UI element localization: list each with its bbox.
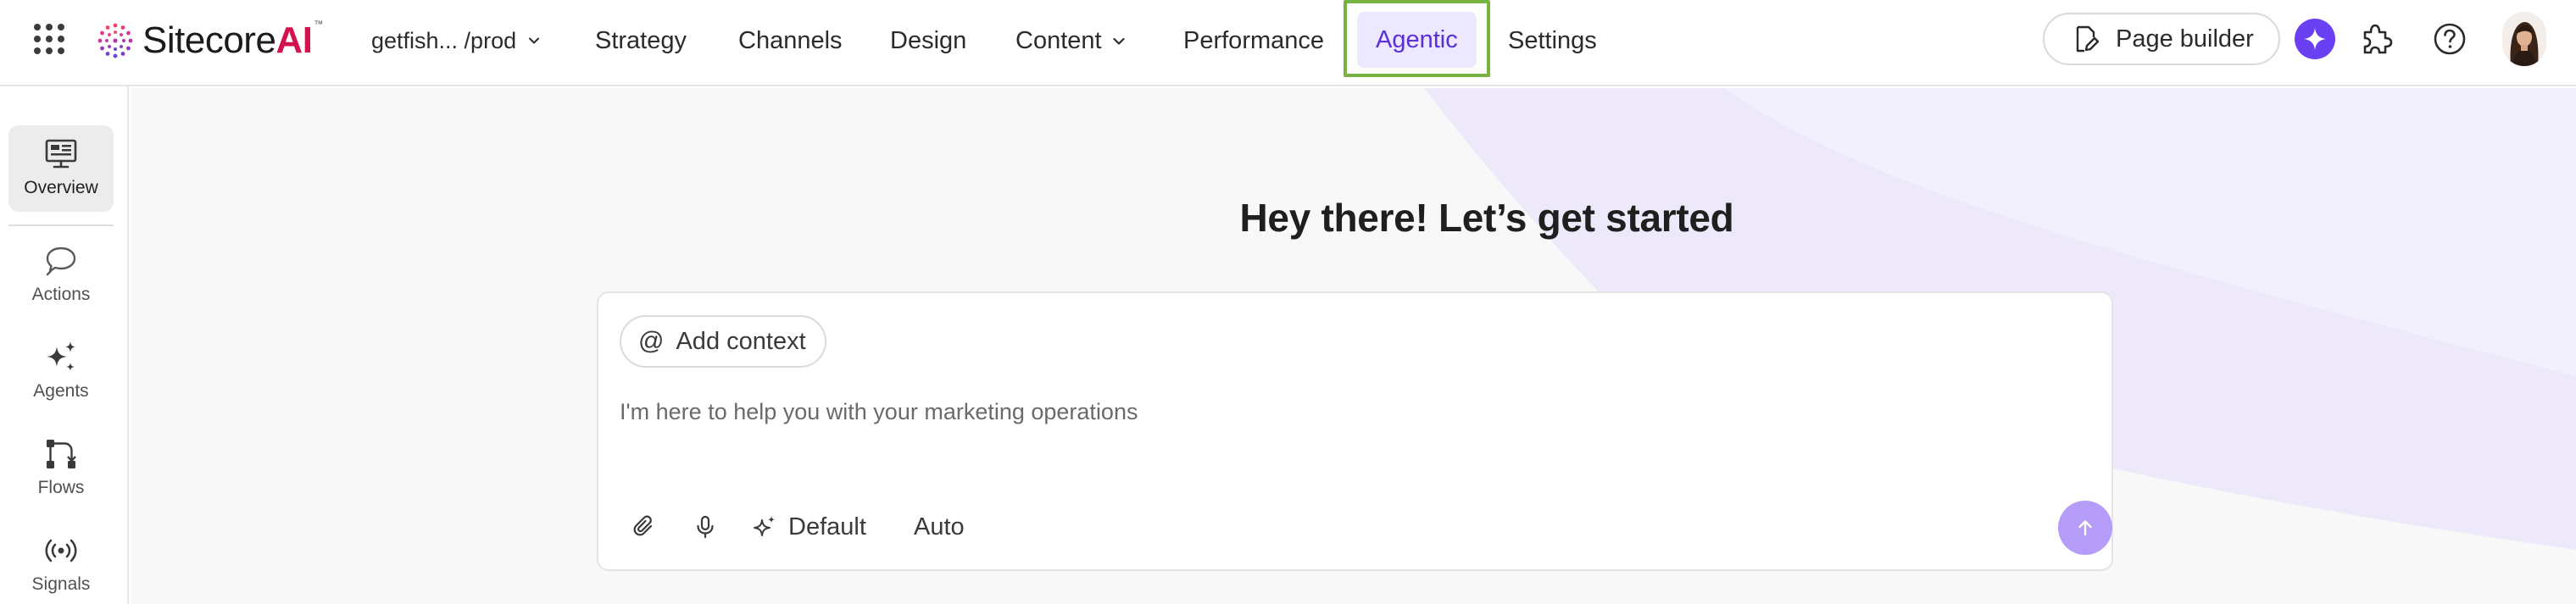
chat-bubble-icon xyxy=(46,247,76,276)
user-photo-icon xyxy=(2502,12,2546,66)
environment-selector[interactable]: getfish... /prod xyxy=(371,25,540,56)
sidebar-item-overview[interactable]: Overview xyxy=(8,125,114,212)
nav-strategy[interactable]: Strategy xyxy=(595,22,687,59)
chevron-down-icon xyxy=(529,37,540,44)
sparkles-icon xyxy=(47,341,75,371)
brand-prefix: Sitecore xyxy=(142,19,276,61)
chat-composer: @ Add context Default Auto xyxy=(597,291,2113,571)
sidebar-item-agents[interactable]: Agents xyxy=(8,339,114,402)
main-content: Hey there! Let’s get started @ Add conte… xyxy=(131,88,2576,604)
at-sign-icon: @ xyxy=(638,327,665,355)
left-sidebar: Overview Actions Agents Flows Signals xyxy=(0,86,129,604)
sparkles-icon xyxy=(754,516,776,536)
sidebar-item-label: Actions xyxy=(31,285,91,304)
ai-assistant-sparkle-button[interactable] xyxy=(2295,19,2335,59)
sidebar-item-actions[interactable]: Actions xyxy=(8,242,114,305)
attach-button[interactable] xyxy=(631,510,658,544)
brand-name: SitecoreAI ™ xyxy=(142,19,323,62)
sidebar-item-label: Flows xyxy=(37,478,85,497)
send-button[interactable] xyxy=(2058,501,2112,555)
add-context-button[interactable]: @ Add context xyxy=(620,315,826,368)
help-circle-icon[interactable] xyxy=(2431,20,2468,58)
nav-content[interactable]: Content xyxy=(1015,22,1126,59)
nav-performance[interactable]: Performance xyxy=(1183,22,1324,59)
sparkle-icon xyxy=(2304,28,2326,50)
app-switcher-grid-icon[interactable] xyxy=(34,24,64,54)
mode-selector[interactable]: Auto xyxy=(914,510,965,544)
model-selector[interactable]: Default xyxy=(751,510,866,544)
nav-design[interactable]: Design xyxy=(890,22,966,59)
voice-input-button[interactable] xyxy=(692,510,719,544)
active-tab-highlight-outline xyxy=(1344,0,1490,77)
sidebar-item-flows[interactable]: Flows xyxy=(8,435,114,498)
sidebar-item-label: Agents xyxy=(33,381,89,401)
sitecore-ai-logo[interactable]: SitecoreAI ™ xyxy=(95,19,323,63)
paperclip-icon xyxy=(633,515,653,536)
nav-settings[interactable]: Settings xyxy=(1508,22,1597,59)
environment-label: getfish... /prod xyxy=(371,27,517,53)
monitor-icon xyxy=(45,139,77,169)
prompt-input[interactable] xyxy=(620,393,2061,430)
mode-label: Auto xyxy=(914,513,965,540)
brand-trademark: ™ xyxy=(314,19,323,30)
sidebar-divider xyxy=(8,224,114,226)
flow-icon xyxy=(47,440,76,468)
sitecore-logo-mark-icon xyxy=(97,23,133,58)
page-edit-icon xyxy=(2076,25,2100,53)
sidebar-item-signals[interactable]: Signals xyxy=(8,532,114,595)
sidebar-item-label: Signals xyxy=(31,574,91,594)
greeting-heading: Hey there! Let’s get started xyxy=(1239,196,1734,240)
nav-content-label: Content xyxy=(1015,27,1102,54)
model-label: Default xyxy=(788,513,866,540)
add-context-label: Add context xyxy=(676,327,806,355)
puzzle-piece-icon[interactable] xyxy=(2357,20,2395,58)
nav-channels[interactable]: Channels xyxy=(738,22,843,59)
signal-icon xyxy=(45,539,77,562)
user-avatar[interactable] xyxy=(2502,12,2546,66)
arrow-up-icon xyxy=(2078,520,2092,536)
top-navigation-bar: SitecoreAI ™ getfish... /prod Strategy Ch… xyxy=(0,0,2576,86)
sidebar-item-label: Overview xyxy=(24,178,98,197)
page-builder-button[interactable]: Page builder xyxy=(2043,13,2280,65)
microphone-icon xyxy=(697,515,714,539)
chevron-down-icon xyxy=(1112,38,1125,45)
brand-suffix: AI xyxy=(275,19,313,61)
page-builder-label: Page builder xyxy=(2116,25,2254,53)
